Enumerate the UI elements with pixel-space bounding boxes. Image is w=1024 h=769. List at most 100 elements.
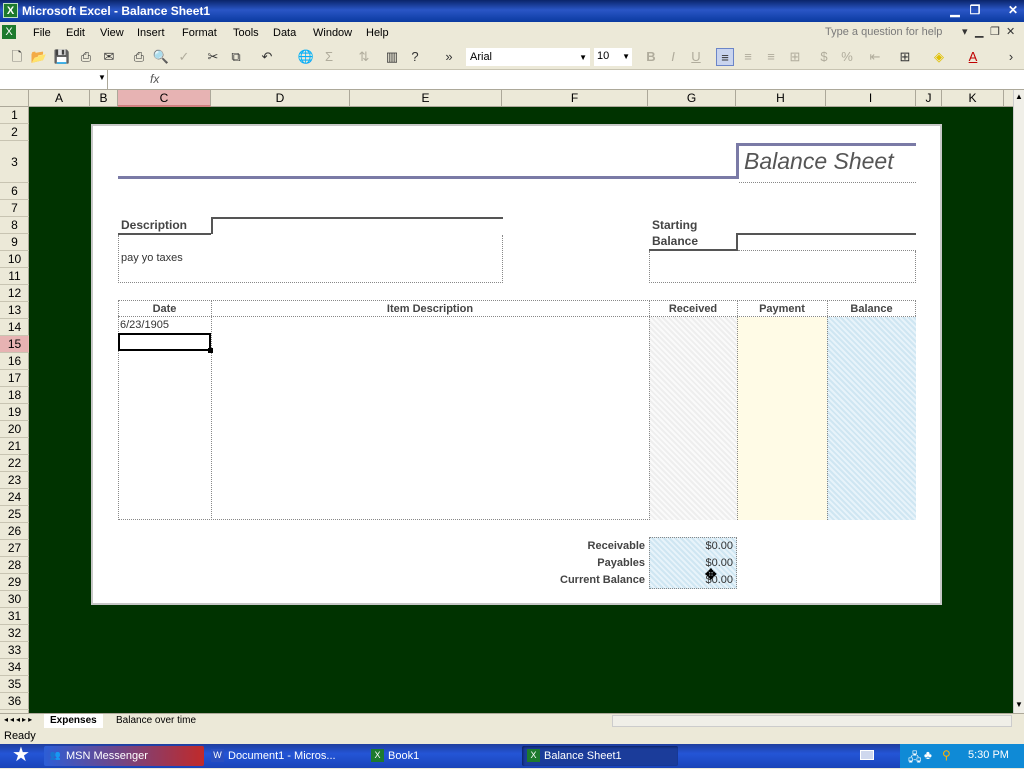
row-header[interactable]: 21 bbox=[0, 438, 29, 455]
received-header[interactable]: Received bbox=[649, 303, 737, 315]
italic-icon[interactable]: I bbox=[664, 48, 682, 66]
payables-value[interactable]: $0.00 bbox=[649, 557, 733, 569]
row-header[interactable]: 2 bbox=[0, 124, 29, 141]
excel-doc-icon[interactable]: X bbox=[2, 25, 16, 39]
row-header[interactable]: 16 bbox=[0, 353, 29, 370]
horizontal-scrollbar[interactable] bbox=[612, 715, 1012, 727]
excel-icon[interactable]: X bbox=[3, 3, 18, 18]
undo-icon[interactable]: ↶ bbox=[258, 48, 276, 66]
underline-icon[interactable]: U bbox=[687, 48, 705, 66]
row-header[interactable]: 13 bbox=[0, 302, 29, 319]
tab-balance-over-time[interactable]: Balance over time bbox=[110, 714, 202, 728]
font-color-icon[interactable]: A bbox=[964, 48, 982, 66]
menu-help[interactable]: Help bbox=[366, 27, 389, 39]
menu-file[interactable]: File bbox=[33, 27, 51, 39]
cut-icon[interactable]: ✂ bbox=[204, 48, 222, 66]
column-header-c[interactable]: C bbox=[118, 90, 211, 107]
row-header[interactable]: 20 bbox=[0, 421, 29, 438]
close-icon[interactable]: ✕ bbox=[1004, 2, 1022, 19]
chart-wizard-icon[interactable]: ▥ bbox=[383, 48, 401, 66]
row-header[interactable]: 26 bbox=[0, 523, 29, 540]
menu-tools[interactable]: Tools bbox=[233, 27, 259, 39]
row-header[interactable]: 27 bbox=[0, 540, 29, 557]
print-icon[interactable]: ⎙ bbox=[130, 48, 148, 66]
row-header[interactable]: 14 bbox=[0, 319, 29, 336]
row-header[interactable]: 12 bbox=[0, 285, 29, 302]
taskbar-item-word[interactable]: W Document1 - Micros... bbox=[206, 746, 362, 766]
column-header-h[interactable]: H bbox=[736, 90, 826, 107]
font-select[interactable]: Arial ▼ bbox=[466, 48, 590, 66]
fill-color-icon[interactable]: ◈ bbox=[930, 48, 948, 66]
row-header[interactable]: 25 bbox=[0, 506, 29, 523]
row-header[interactable]: 24 bbox=[0, 489, 29, 506]
date-cell[interactable]: 6/23/1905 bbox=[120, 319, 169, 331]
size-dropdown-icon[interactable]: ▼ bbox=[622, 48, 630, 65]
row-header[interactable]: 31 bbox=[0, 608, 29, 625]
font-size-select[interactable]: 10 ▼ bbox=[594, 48, 632, 66]
doc-restore-icon[interactable]: ❐ bbox=[990, 25, 1000, 38]
email-icon[interactable]: ✉ bbox=[100, 48, 118, 66]
menu-data[interactable]: Data bbox=[273, 27, 296, 39]
currency-icon[interactable]: $ bbox=[815, 48, 833, 66]
tab-scroll-icons[interactable]: ◂◂◂▸▸ bbox=[4, 715, 34, 724]
column-header-j[interactable]: J bbox=[916, 90, 942, 107]
new-icon[interactable]: 🗋 bbox=[8, 48, 26, 66]
row-header[interactable]: 30 bbox=[0, 591, 29, 608]
row-header[interactable]: 29 bbox=[0, 574, 29, 591]
receivable-value[interactable]: $0.00 bbox=[649, 540, 733, 552]
doc-close-icon[interactable]: ✕ bbox=[1006, 25, 1015, 38]
row-header[interactable]: 19 bbox=[0, 404, 29, 421]
row-header[interactable]: 17 bbox=[0, 370, 29, 387]
menu-insert[interactable]: Insert bbox=[137, 27, 165, 39]
row-header[interactable]: 8 bbox=[0, 217, 29, 234]
chevron-down-icon[interactable]: ▾ bbox=[962, 25, 968, 38]
column-header-a[interactable]: A bbox=[29, 90, 90, 107]
row-header[interactable]: 33 bbox=[0, 642, 29, 659]
messenger-icon[interactable]: ♣ bbox=[924, 748, 932, 762]
align-right-icon[interactable]: ≡ bbox=[762, 48, 780, 66]
column-header-g[interactable]: G bbox=[648, 90, 736, 107]
doc-minimize-icon[interactable]: ▁ bbox=[975, 25, 983, 38]
column-header-d[interactable]: D bbox=[211, 90, 350, 107]
search-icon[interactable]: ⚲ bbox=[942, 748, 951, 762]
menu-format[interactable]: Format bbox=[182, 27, 217, 39]
scroll-up-icon[interactable]: ▲ bbox=[1015, 92, 1023, 101]
copy-icon[interactable]: ⧉ bbox=[227, 48, 245, 66]
worksheet-area[interactable]: Balance Sheet Description pay yo taxes S… bbox=[29, 107, 1013, 713]
fill-handle[interactable] bbox=[208, 348, 213, 353]
row-header[interactable]: 35 bbox=[0, 676, 29, 693]
taskbar-item-msn[interactable]: 👥 MSN Messenger bbox=[44, 746, 204, 766]
row-header[interactable]: 32 bbox=[0, 625, 29, 642]
fx-icon[interactable]: fx bbox=[150, 72, 159, 86]
print-preview-icon[interactable]: 🔍 bbox=[152, 48, 170, 66]
percent-icon[interactable]: % bbox=[838, 48, 856, 66]
row-header[interactable]: 7 bbox=[0, 200, 29, 217]
vertical-scrollbar[interactable]: ▲ ▼ bbox=[1013, 90, 1024, 713]
start-button[interactable]: ★ bbox=[0, 744, 42, 768]
name-box-dropdown-icon[interactable]: ▼ bbox=[98, 73, 106, 82]
scroll-down-icon[interactable]: ▼ bbox=[1015, 700, 1023, 709]
row-header[interactable]: 11 bbox=[0, 268, 29, 285]
row-header[interactable]: 1 bbox=[0, 107, 29, 124]
row-header[interactable]: 28 bbox=[0, 557, 29, 574]
row-header[interactable]: 9 bbox=[0, 234, 29, 251]
bold-icon[interactable]: B bbox=[642, 48, 660, 66]
save-icon[interactable]: 💾 bbox=[53, 48, 71, 66]
starting-balance-field[interactable] bbox=[738, 235, 916, 251]
keyboard-icon[interactable] bbox=[860, 750, 874, 760]
hyperlink-icon[interactable]: 🌐 bbox=[297, 48, 315, 66]
menu-edit[interactable]: Edit bbox=[66, 27, 85, 39]
menu-window[interactable]: Window bbox=[313, 27, 352, 39]
permission-icon[interactable]: ⎙ bbox=[77, 48, 95, 66]
row-header[interactable]: 10 bbox=[0, 251, 29, 268]
active-cell[interactable] bbox=[118, 333, 211, 351]
borders-icon[interactable]: ⊞ bbox=[896, 48, 914, 66]
row-header[interactable]: 3 bbox=[0, 141, 29, 183]
column-header-f[interactable]: F bbox=[502, 90, 648, 107]
help-icon[interactable]: ? bbox=[406, 48, 424, 66]
merge-center-icon[interactable]: ⊞ bbox=[786, 48, 804, 66]
toolbar-more-icon[interactable]: › bbox=[1002, 48, 1020, 66]
balance-header[interactable]: Balance bbox=[827, 303, 916, 315]
date-header[interactable]: Date bbox=[118, 303, 211, 315]
open-icon[interactable]: 📂 bbox=[30, 48, 48, 66]
